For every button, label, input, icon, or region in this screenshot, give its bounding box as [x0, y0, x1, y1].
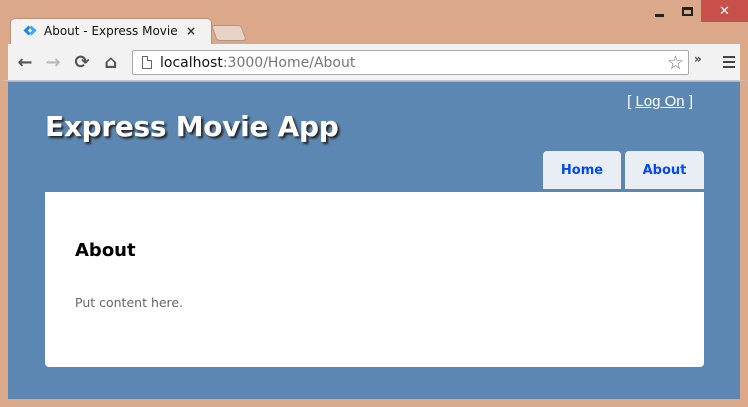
back-button[interactable]: ←: [14, 51, 36, 73]
url-host: localhost: [160, 54, 223, 71]
maximize-button[interactable]: [673, 0, 701, 22]
chevron-double-icon[interactable]: »: [694, 52, 702, 66]
reload-button[interactable]: ⟳: [71, 51, 93, 73]
menu-item-home[interactable]: Home: [543, 151, 621, 189]
url-path: :3000/Home/About: [222, 54, 356, 71]
page-body-text: Put content here.: [75, 295, 184, 310]
window-bottom-border: [0, 399, 748, 407]
forward-button[interactable]: →: [42, 51, 64, 73]
main-menu: Home About: [543, 151, 704, 189]
home-icon: ⌂: [104, 51, 118, 73]
browser-toolbar: ← → ⟳ ⌂ localhost:3000/Home/About ☆ »: [0, 44, 748, 81]
maximize-icon: [681, 6, 693, 16]
tab-close-icon[interactable]: ×: [186, 24, 196, 38]
hamburger-menu-icon[interactable]: [723, 56, 735, 71]
url-text[interactable]: localhost:3000/Home/About: [160, 55, 355, 71]
minimize-icon: [654, 13, 664, 17]
window-controls: ✕: [645, 0, 748, 22]
address-bar[interactable]: localhost:3000/Home/About ☆: [132, 50, 689, 75]
login-bracket-close: ]: [684, 93, 693, 110]
log-on-link[interactable]: Log On: [635, 93, 684, 110]
tab-favicon-icon: [23, 24, 37, 38]
main-content: About Put content here.: [45, 192, 704, 367]
back-arrow-icon: ←: [17, 51, 33, 73]
page-viewport: [ Log On ] Express Movie App Home About …: [8, 82, 740, 399]
star-icon[interactable]: ☆: [667, 52, 684, 74]
page-heading: About: [75, 240, 136, 261]
forward-arrow-icon: →: [45, 51, 61, 73]
close-icon: ✕: [719, 3, 730, 19]
reload-icon: ⟳: [74, 51, 90, 73]
tab-about[interactable]: About - Express Movie App ×: [10, 18, 212, 44]
new-tab-button[interactable]: [211, 25, 247, 41]
site-title: Express Movie App: [45, 110, 339, 143]
menu-item-about[interactable]: About: [625, 151, 704, 189]
login-display: [ Log On ]: [627, 93, 693, 110]
tab-title: About - Express Movie App: [44, 24, 180, 38]
home-button[interactable]: ⌂: [100, 51, 122, 73]
page-icon: [142, 56, 152, 69]
close-window-button[interactable]: ✕: [701, 0, 748, 22]
minimize-button[interactable]: [645, 0, 673, 22]
